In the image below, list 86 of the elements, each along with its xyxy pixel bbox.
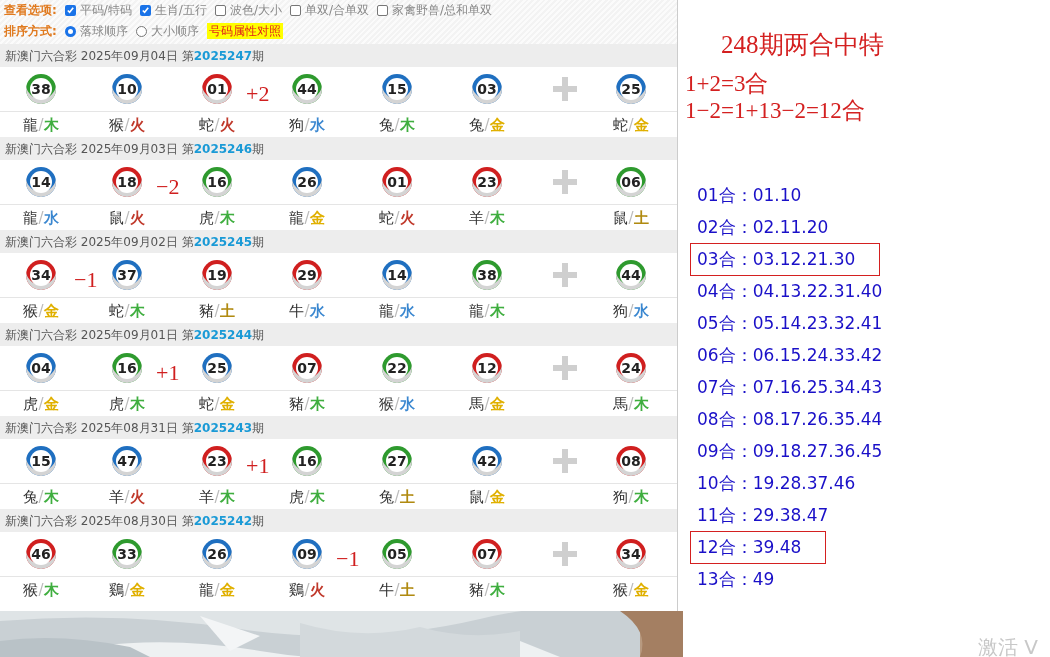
sum-group-line: 04合：04.13.22.31.40 <box>696 279 884 303</box>
option-checkbox[interactable]: 波色/大小 <box>214 1 282 19</box>
zodiac-element-label: 龍/木 <box>23 115 59 134</box>
zodiac-element-label: 猴/水 <box>379 394 415 413</box>
zodiac-element-label: 馬/木 <box>613 394 649 413</box>
plus-icon <box>553 449 577 473</box>
handwritten-note: +2 <box>246 83 270 105</box>
handwritten-note: −1 <box>336 548 360 570</box>
zodiac-element-label: 鼠/土 <box>613 208 649 227</box>
zodiac-element-label: 狗/水 <box>613 301 649 320</box>
zodiac-element-label: 豬/木 <box>289 394 325 413</box>
zodiac-element-label: 虎/木 <box>289 487 325 506</box>
sort-label: 排序方式: <box>4 23 57 40</box>
zodiac-element-label: 龍/金 <box>199 580 235 599</box>
zodiac-element-label: 龍/水 <box>379 301 415 320</box>
zodiac-element-label: 猴/火 <box>109 115 145 134</box>
zodiac-element-label: 虎/木 <box>199 208 235 227</box>
compare-button[interactable]: 号码属性对照 <box>206 23 283 39</box>
sum-group-line: 02合：02.11.20 <box>696 215 830 239</box>
draw-title: 新澳门六合彩 2025年09月03日 第2025246期 <box>5 140 265 158</box>
option-checkbox[interactable]: 平码/特码 <box>64 1 132 19</box>
option-checkbox[interactable]: 生肖/五行 <box>139 1 207 19</box>
draw-title: 新澳门六合彩 2025年09月04日 第2025247期 <box>5 47 265 65</box>
handwritten-note: +1 <box>246 455 270 477</box>
sort-radio[interactable]: 大小顺序 <box>135 22 199 40</box>
formula-line: 1−2=1+13−2=12合 <box>685 96 866 124</box>
sum-group-line: 10合：19.28.37.46 <box>696 471 857 495</box>
plus-icon <box>553 263 577 287</box>
zodiac-element-label: 鷄/火 <box>289 580 325 599</box>
zodiac-element-label: 猴/金 <box>613 580 649 599</box>
option-checkbox[interactable]: 单双/合单双 <box>289 1 369 19</box>
zodiac-element-label: 狗/水 <box>289 115 325 134</box>
sum-group-line: 06合：06.15.24.33.42 <box>696 343 884 367</box>
draw-title: 新澳门六合彩 2025年09月01日 第2025244期 <box>5 326 265 344</box>
zodiac-element-label: 狗/木 <box>613 487 649 506</box>
zodiac-element-label: 蛇/金 <box>613 115 649 134</box>
zodiac-element-label: 羊/火 <box>109 487 145 506</box>
handwritten-note: −2 <box>156 176 180 198</box>
handwritten-note: −1 <box>74 269 98 291</box>
sum-group-line: 09合：09.18.27.36.45 <box>696 439 884 463</box>
sum-group-line: 13合：49 <box>696 567 776 591</box>
zodiac-element-label: 蛇/火 <box>199 115 235 134</box>
zodiac-element-label: 虎/金 <box>23 394 59 413</box>
zodiac-element-label: 豬/木 <box>469 580 505 599</box>
draw-title: 新澳门六合彩 2025年09月02日 第2025245期 <box>5 233 265 251</box>
sum-group-line: 05合：05.14.23.32.41 <box>696 311 884 335</box>
zodiac-element-label: 猴/木 <box>23 580 59 599</box>
checkmark-icon <box>140 5 150 15</box>
zodiac-element-label: 兔/金 <box>469 115 505 134</box>
zodiac-element-label: 兔/土 <box>379 487 415 506</box>
zodiac-element-label: 鼠/金 <box>469 487 505 506</box>
zodiac-element-label: 牛/水 <box>289 301 325 320</box>
prediction-title: 248期两合中特 <box>721 31 884 58</box>
sum-group-line: 07合：07.16.25.34.43 <box>696 375 884 399</box>
sort-radio[interactable]: 落球顺序 <box>64 22 128 40</box>
view-options-label: 查看选项: <box>4 2 57 19</box>
plus-icon <box>553 170 577 194</box>
zodiac-element-label: 鷄/金 <box>109 580 145 599</box>
zodiac-element-label: 羊/木 <box>469 208 505 227</box>
zodiac-element-label: 蛇/火 <box>379 208 415 227</box>
zodiac-element-label: 龍/木 <box>469 301 505 320</box>
zodiac-element-label: 蛇/金 <box>199 394 235 413</box>
zodiac-element-label: 猴/金 <box>23 301 59 320</box>
zodiac-element-label: 羊/木 <box>199 487 235 506</box>
zodiac-element-label: 蛇/木 <box>109 301 145 320</box>
option-checkbox[interactable]: 家禽野兽/总和单双 <box>377 1 493 19</box>
draw-title: 新澳门六合彩 2025年08月30日 第2025242期 <box>5 512 265 530</box>
checkmark-icon <box>65 5 75 15</box>
plus-icon <box>553 356 577 380</box>
zodiac-element-label: 虎/木 <box>109 394 145 413</box>
zodiac-element-label: 兔/木 <box>379 115 415 134</box>
zodiac-element-label: 豬/土 <box>199 301 235 320</box>
handwritten-note: +1 <box>156 362 180 384</box>
draw-title: 新澳门六合彩 2025年08月31日 第2025243期 <box>5 419 265 437</box>
zodiac-element-label: 鼠/火 <box>109 208 145 227</box>
zodiac-element-label: 龍/水 <box>23 208 59 227</box>
zodiac-element-label: 牛/土 <box>379 580 415 599</box>
plus-icon <box>553 77 577 101</box>
sum-group-line: 01合：01.10 <box>696 183 803 207</box>
zodiac-element-label: 兔/木 <box>23 487 59 506</box>
formula-line: 1+2=3合 <box>685 69 770 97</box>
zodiac-element-label: 龍/金 <box>289 208 325 227</box>
plus-icon <box>553 542 577 566</box>
zodiac-element-label: 馬/金 <box>469 394 505 413</box>
sum-group-line: 08合：08.17.26.35.44 <box>696 407 884 431</box>
sum-group-line: 11合：29.38.47 <box>696 503 830 527</box>
